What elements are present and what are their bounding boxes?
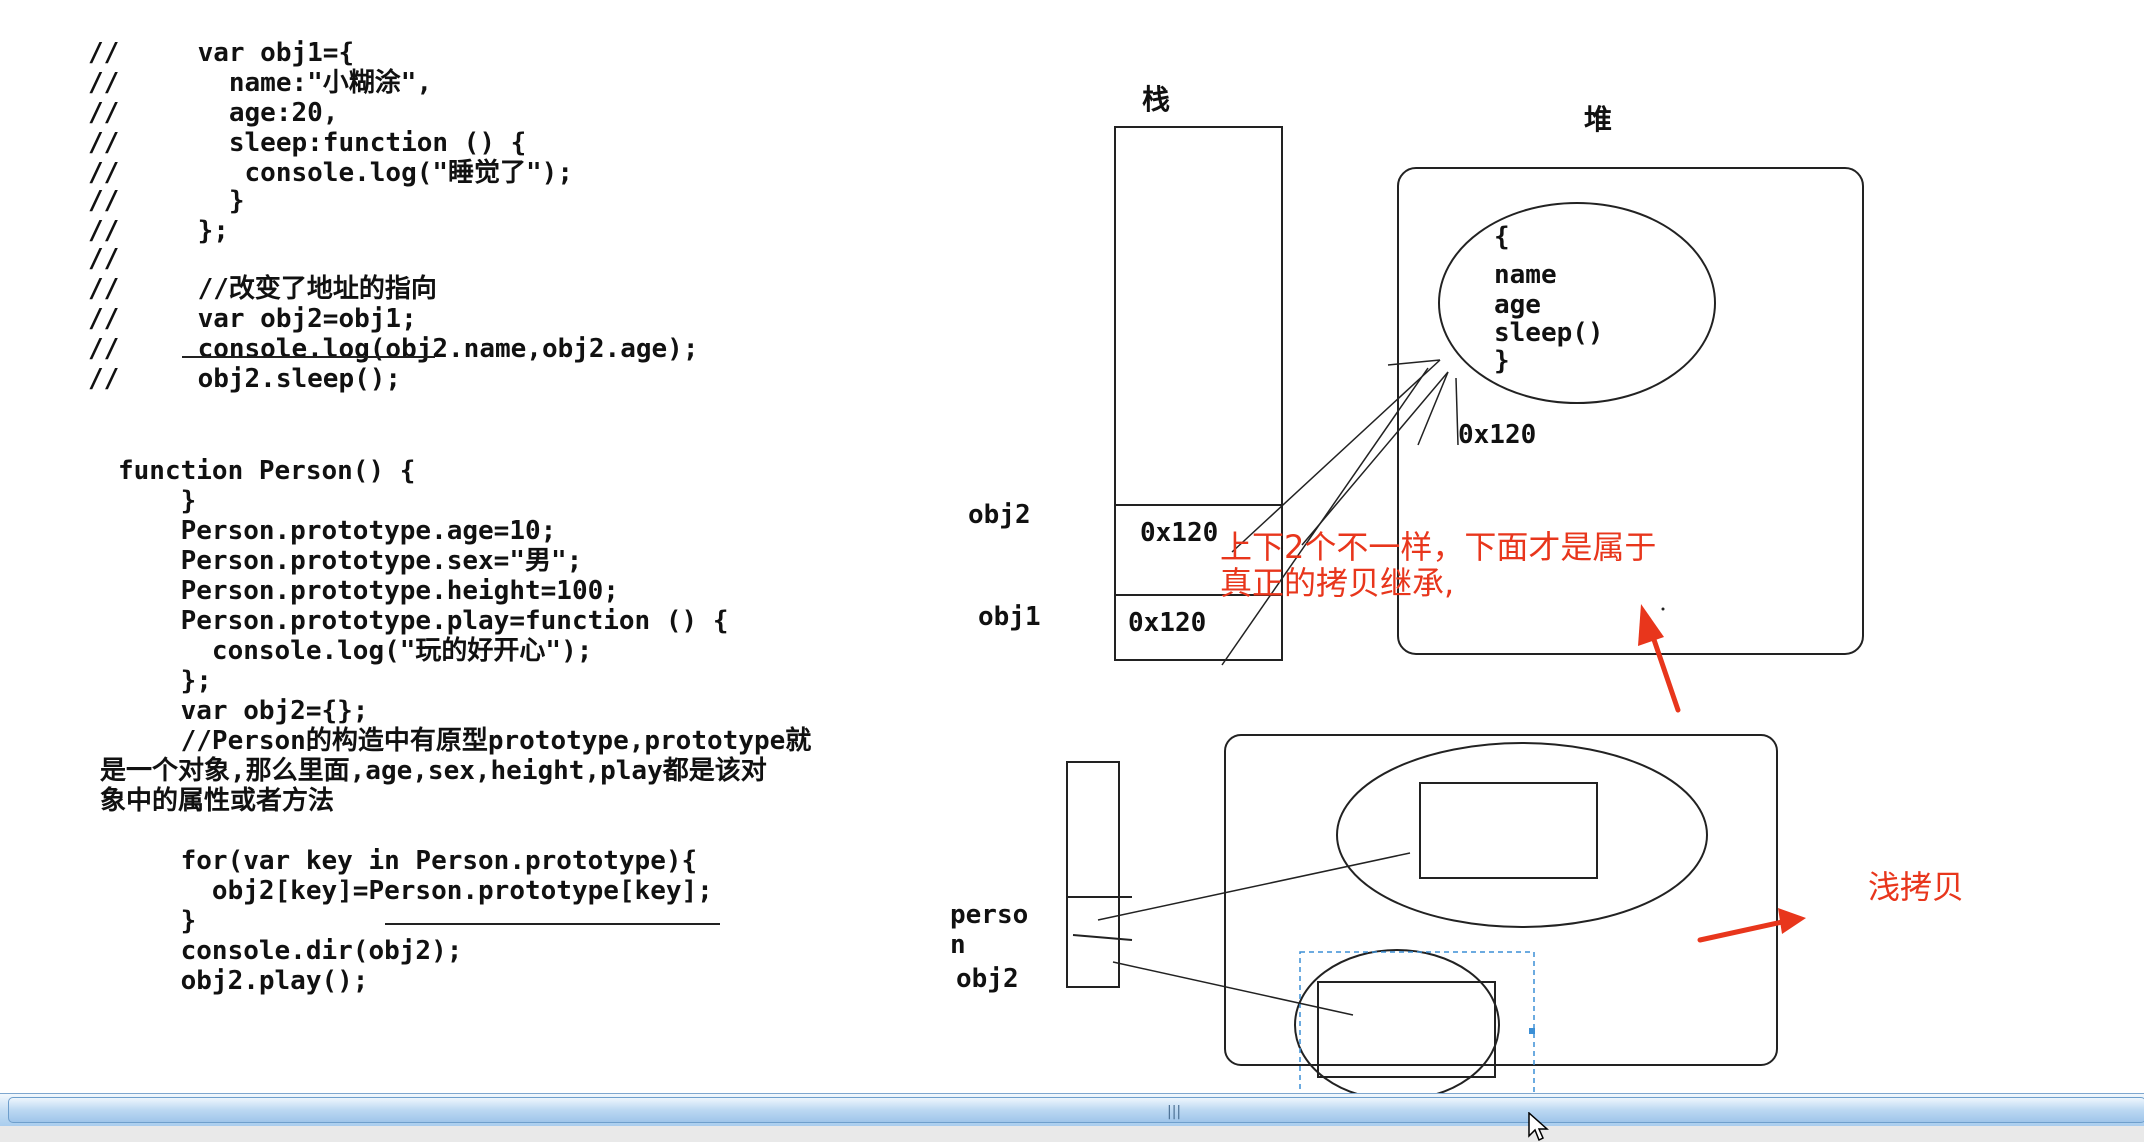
note-line-1: 上下2个不一样，下面才是属于 (1220, 528, 1657, 566)
copy-object-box (1317, 981, 1496, 1078)
horizontal-scrollbar[interactable]: ||| (0, 1093, 2144, 1127)
red-arrow-up (1638, 604, 1681, 713)
prototype-ellipse (1336, 742, 1708, 928)
obj1-stack-value: 0x120 (1128, 608, 1207, 638)
small-stack-column (1066, 761, 1120, 988)
ref-line-extra (1301, 371, 1449, 546)
shallow-copy-label: 浅拷贝 (1868, 868, 1965, 906)
heap-title: 堆 (1584, 103, 1613, 136)
obj2-stack-label: obj2 (968, 500, 1031, 530)
obj1-stack-label: obj1 (978, 602, 1041, 632)
person-label-line1: perso (950, 900, 1029, 930)
red-arrow-right (1697, 908, 1806, 943)
stray-mark (1661, 607, 1665, 611)
prototype-object-box (1419, 782, 1598, 879)
selection-handle (1529, 1028, 1535, 1034)
heap-object-line-2: name (1494, 260, 1557, 290)
heap-object-ellipse (1438, 202, 1716, 404)
heap-object-line-1: { (1494, 222, 1510, 252)
heap-object-line-4: sleep() (1494, 318, 1604, 348)
stack-title: 栈 (1142, 83, 1171, 116)
person-label-line2: n (950, 930, 966, 960)
arrow-head-stroke-b (1417, 371, 1449, 446)
heap-address: 0x120 (1458, 420, 1537, 450)
scrollbar-thumb[interactable]: ||| (8, 1097, 2144, 1123)
heap-object-line-5: } (1494, 346, 1510, 376)
obj2-bottom-label: obj2 (956, 964, 1019, 994)
ref-line-person (1097, 852, 1411, 921)
obj2-stack-value: 0x120 (1140, 518, 1219, 548)
heap-box-copy (1224, 734, 1778, 1066)
note-line-2: 真正的拷贝继承, (1220, 564, 1455, 602)
arrow-head-stroke-a (1387, 359, 1441, 366)
heap-object-line-3: age (1494, 290, 1541, 320)
mouse-cursor-icon (1528, 1112, 1549, 1142)
status-strip (0, 1126, 2144, 1142)
small-stack-divider-2 (1072, 934, 1133, 941)
scrollbar-grip-icon: ||| (1167, 1104, 1182, 1120)
memory-diagram (182, 126, 1864, 1101)
ref-line-obj2 (1231, 359, 1441, 553)
